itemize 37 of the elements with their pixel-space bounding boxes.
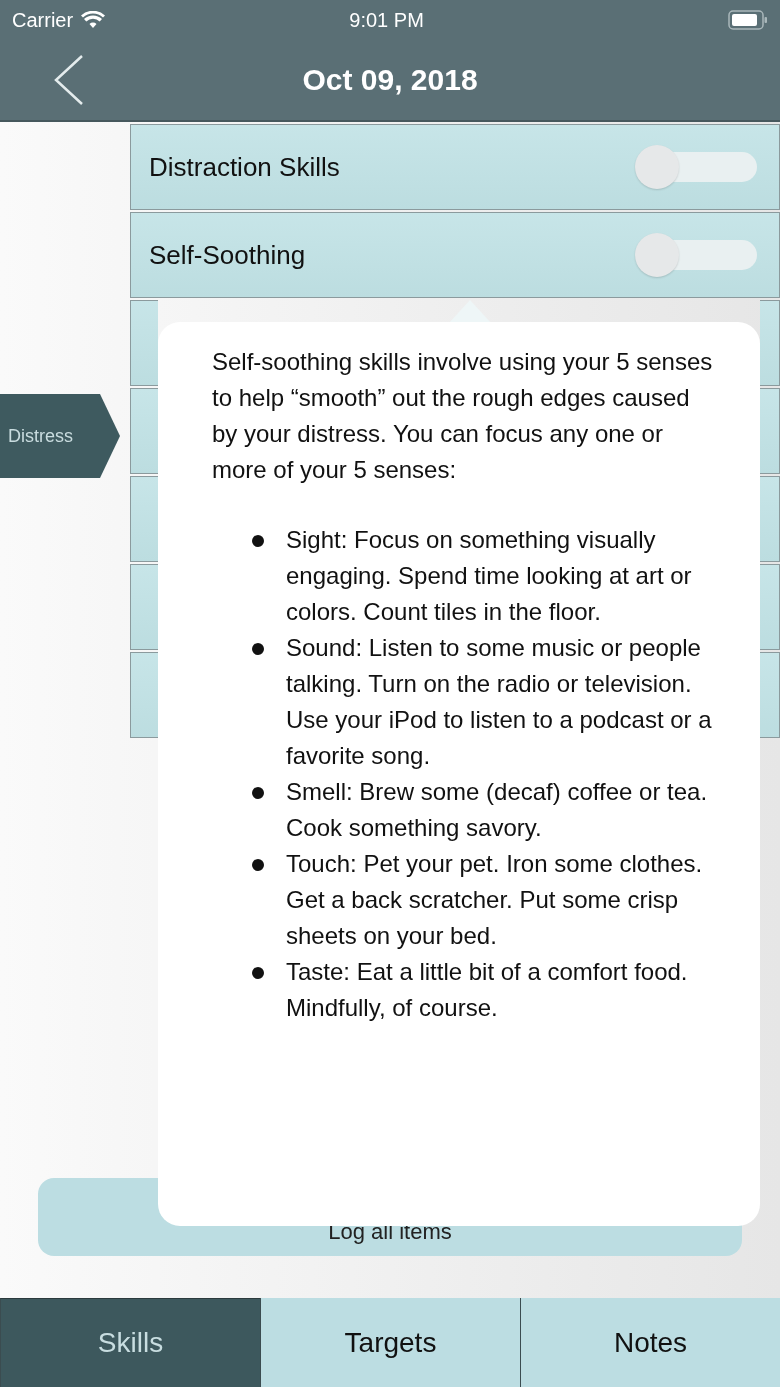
tab[interactable]: Notes — [520, 1298, 780, 1387]
skill-row-edge[interactable] — [760, 564, 780, 650]
toggle-switch[interactable] — [635, 145, 759, 189]
battery-icon — [728, 10, 768, 30]
status-time: 9:01 PM — [349, 8, 424, 32]
popover-text: Self-soothing skills involve using your 5 senses to help “smooth” out the rough edges caused by your distress. You can focus any one or more of your 5 senses: — [212, 347, 714, 485]
toggle-switch[interactable] — [635, 233, 759, 277]
nav-title: Oct 09, 2018 — [302, 63, 478, 97]
back-icon[interactable] — [54, 54, 84, 106]
skill-row-edge[interactable] — [760, 652, 780, 738]
tab[interactable]: Targets — [260, 1298, 520, 1387]
bullet-text: Sound: Listen to some music or people talking. Turn on the radio or television. Use your iPod to listen to a podcast or a favorite song. — [286, 633, 713, 771]
skill-row-edge[interactable] — [130, 476, 158, 562]
bullet-text: Taste: Eat a little bit of a comfort food. Mindfully, of course. — [286, 957, 689, 1023]
bullet-text: Touch: Pet your pet. Iron some clothes. Get a back scratcher. Put some crisp sheets on your bed. — [286, 849, 704, 951]
bullet-icon — [252, 535, 264, 547]
skill-row[interactable]: Distraction Skills — [130, 124, 780, 210]
skill-row-edge[interactable] — [130, 564, 158, 650]
skill-row[interactable]: Self-Soothing — [130, 212, 780, 298]
skill-row-edge[interactable] — [760, 476, 780, 562]
bullet-icon — [252, 967, 264, 979]
category-tag[interactable]: Distress — [0, 394, 120, 478]
skill-row-edge[interactable] — [130, 652, 158, 738]
bullet-icon — [252, 787, 264, 799]
bullet-text: Smell: Brew some (decaf) coffee or tea. Cook something savory. — [286, 777, 709, 843]
bullet-text: Sight: Focus on something visually engaging. Spend time looking at art or colors. Count tiles in the floor. — [286, 525, 693, 627]
skill-row-edge[interactable] — [130, 388, 158, 474]
skill-row-edge[interactable] — [760, 300, 780, 386]
skill-label: Self-Soothing — [149, 239, 306, 271]
bullet-icon — [252, 859, 264, 871]
wifi-icon — [81, 11, 106, 29]
skill-row-edge[interactable] — [130, 300, 158, 386]
skill-label: Distraction Skills — [149, 151, 340, 183]
skill-row-edge[interactable] — [760, 388, 780, 474]
bullet-icon — [252, 643, 264, 655]
carrier-name: Carrier — [12, 8, 74, 32]
tab[interactable]: Skills — [0, 1298, 260, 1387]
